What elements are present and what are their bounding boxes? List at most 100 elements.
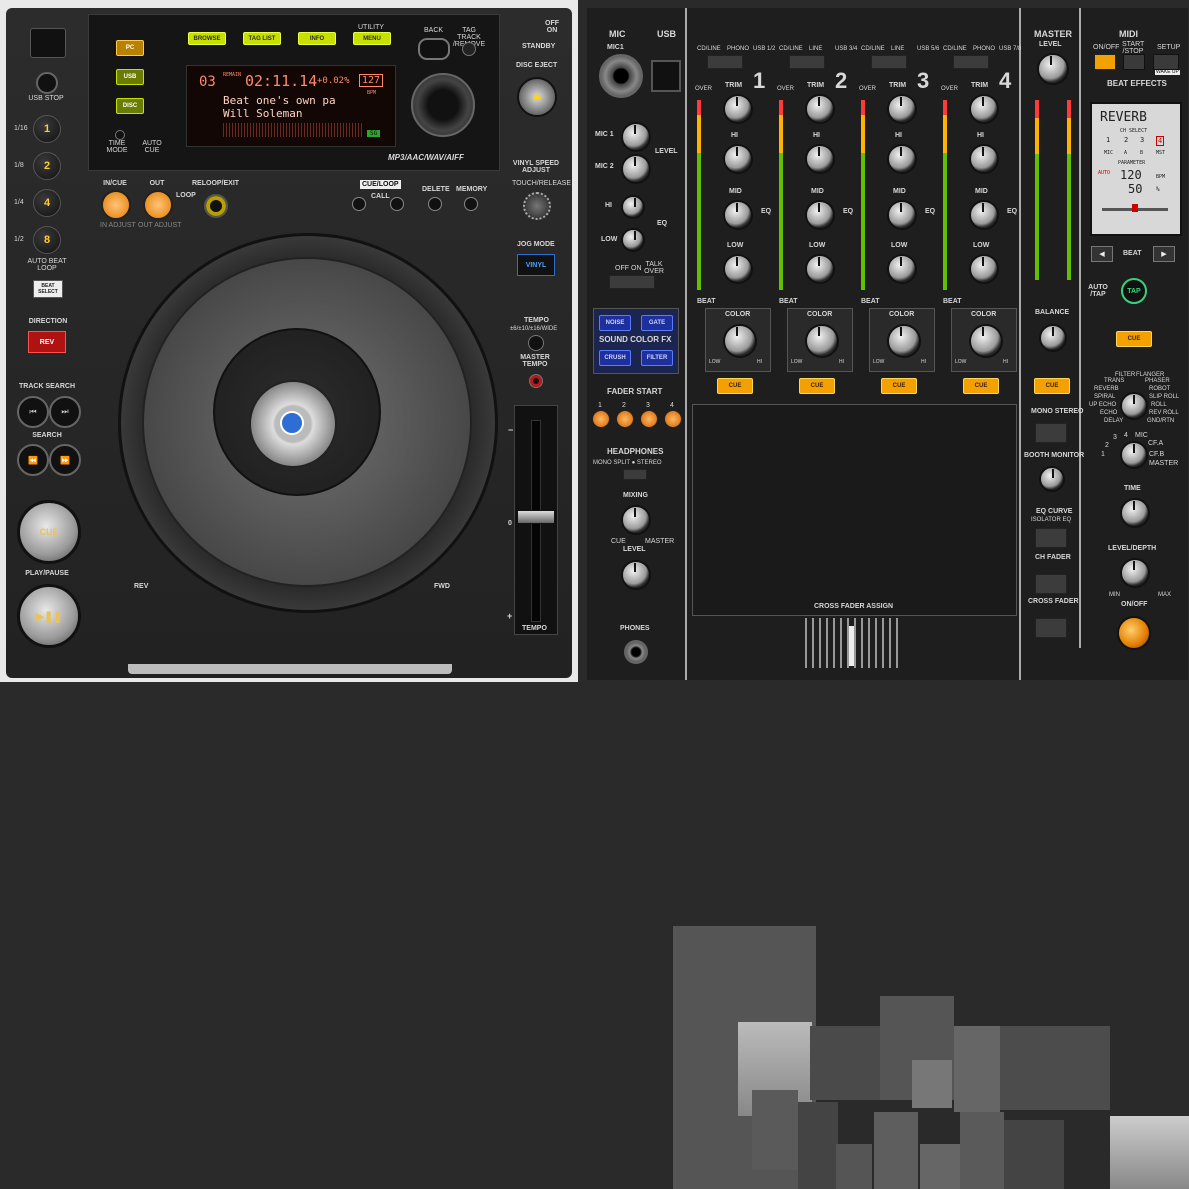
vinyl-speed-knob[interactable] (523, 192, 551, 220)
browse-button[interactable]: BROWSE (188, 32, 226, 45)
time-knob[interactable] (1120, 498, 1150, 528)
cross-fader-curve-switch[interactable] (1035, 618, 1067, 638)
ch4-color-knob[interactable] (969, 324, 1003, 358)
fx-onoff-button[interactable] (1117, 616, 1151, 650)
eq-curve-switch[interactable] (1035, 528, 1067, 548)
time-mode-button[interactable] (115, 130, 125, 140)
crossfader-handle[interactable] (849, 626, 854, 666)
menu-button[interactable]: MENU (353, 32, 391, 45)
ch3-trim-knob[interactable] (887, 94, 917, 124)
source-pc-button[interactable]: PC (116, 40, 144, 56)
ch2-cue-button[interactable]: CUE (799, 378, 835, 394)
ch2-trim-knob[interactable] (805, 94, 835, 124)
source-disc-button[interactable]: DISC (116, 98, 144, 114)
fx-cue-button[interactable]: CUE (1116, 331, 1152, 347)
memory-button[interactable] (464, 197, 478, 211)
tag-list-button[interactable]: TAG LIST (243, 32, 281, 45)
fader-start-3-button[interactable] (640, 410, 658, 428)
ch4-mid-knob[interactable] (969, 200, 999, 230)
midi-startstop-button[interactable] (1123, 54, 1145, 70)
mono-stereo-switch[interactable] (1035, 423, 1067, 443)
ch2-low-knob[interactable] (805, 254, 835, 284)
ch3-input-switch[interactable] (871, 55, 907, 69)
ch1-color-knob[interactable] (723, 324, 757, 358)
mic-switch[interactable] (609, 275, 655, 289)
loop-2-button[interactable]: 2 (33, 152, 61, 180)
ch4-low-knob[interactable] (969, 254, 999, 284)
mic2-level-knob[interactable] (621, 154, 651, 184)
call-prev-button[interactable] (352, 197, 366, 211)
usb-port[interactable] (30, 28, 66, 58)
midi-setup-button[interactable] (1153, 54, 1179, 70)
ch2-hi-knob[interactable] (805, 144, 835, 174)
play-pause-button[interactable]: ▶❚❚ (17, 584, 81, 648)
mic-low-knob[interactable] (621, 228, 645, 252)
fader-start-4-button[interactable] (664, 410, 682, 428)
fx-gate-button[interactable]: GATE (641, 315, 673, 331)
ch-fader-switch[interactable] (1035, 574, 1067, 594)
level-depth-knob[interactable] (1120, 558, 1150, 588)
tag-track-button[interactable] (462, 42, 476, 56)
mixing-knob[interactable] (621, 505, 651, 535)
search-rewind-button[interactable]: ⏪ (17, 444, 49, 476)
ch3-color-knob[interactable] (887, 324, 921, 358)
tap-button[interactable]: TAP (1121, 278, 1147, 304)
ch1-trim-knob[interactable] (723, 94, 753, 124)
search-forward-button[interactable]: ⏩ (49, 444, 81, 476)
usb-port-mixer[interactable] (651, 60, 681, 92)
fx-noise-button[interactable]: NOISE (599, 315, 631, 331)
info-button[interactable]: INFO (298, 32, 336, 45)
ch3-low-knob[interactable] (887, 254, 917, 284)
beat-select-button[interactable]: BEAT SELECT (33, 280, 63, 298)
fader-start-1-button[interactable] (592, 410, 610, 428)
mic-hi-knob[interactable] (621, 195, 645, 219)
phones-level-knob[interactable] (621, 560, 651, 590)
beat-left-button[interactable]: ◀ (1091, 246, 1113, 262)
ch4-cue-button[interactable]: CUE (963, 378, 999, 394)
loop-4-button[interactable]: 4 (33, 189, 61, 217)
ch3-cue-button[interactable]: CUE (881, 378, 917, 394)
ch1-low-knob[interactable] (723, 254, 753, 284)
fx-crush-button[interactable]: CRUSH (599, 350, 631, 366)
loop-8-button[interactable]: 8 (33, 226, 61, 254)
track-search-next-button[interactable]: ⏭ (49, 396, 81, 428)
ch2-color-knob[interactable] (805, 324, 839, 358)
tempo-range-button[interactable] (528, 335, 544, 351)
cue-button[interactable]: CUE (17, 500, 81, 564)
track-search-prev-button[interactable]: ⏮ (17, 396, 49, 428)
loop-1-button[interactable]: 1 (33, 115, 61, 143)
mono-split-switch[interactable] (623, 469, 647, 480)
disc-eject-button[interactable]: ⏏ (517, 77, 557, 117)
rotary-selector-knob[interactable] (411, 73, 475, 137)
master-cue-button[interactable]: CUE (1034, 378, 1070, 394)
fader-start-2-button[interactable] (616, 410, 634, 428)
out-button[interactable] (143, 190, 173, 220)
ch2-input-switch[interactable] (789, 55, 825, 69)
channel-assign-knob[interactable] (1120, 441, 1148, 469)
rev-button[interactable]: REV (28, 331, 66, 353)
ch4-input-switch[interactable] (953, 55, 989, 69)
in-cue-button[interactable] (101, 190, 131, 220)
mic1-jack[interactable] (599, 54, 643, 98)
ch1-input-switch[interactable] (707, 55, 743, 69)
beat-right-button[interactable]: ▶ (1153, 246, 1175, 262)
midi-onoff-button[interactable] (1094, 54, 1116, 70)
back-button[interactable] (418, 38, 450, 60)
phones-jack[interactable] (624, 640, 648, 664)
reloop-button[interactable] (204, 194, 228, 218)
ch3-hi-knob[interactable] (887, 144, 917, 174)
fx-filter-button[interactable]: FILTER (641, 350, 673, 366)
call-next-button[interactable] (390, 197, 404, 211)
ch4-hi-knob[interactable] (969, 144, 999, 174)
effect-select-knob[interactable] (1120, 392, 1148, 420)
vinyl-button[interactable]: VINYL (517, 254, 555, 276)
ch4-trim-knob[interactable] (969, 94, 999, 124)
delete-button[interactable] (428, 197, 442, 211)
mic1-level-knob[interactable] (621, 122, 651, 152)
ch1-cue-button[interactable]: CUE (717, 378, 753, 394)
balance-knob[interactable] (1039, 324, 1067, 352)
source-usb-button[interactable]: USB (116, 69, 144, 85)
ch2-mid-knob[interactable] (805, 200, 835, 230)
master-level-knob[interactable] (1037, 53, 1069, 85)
ch1-hi-knob[interactable] (723, 144, 753, 174)
